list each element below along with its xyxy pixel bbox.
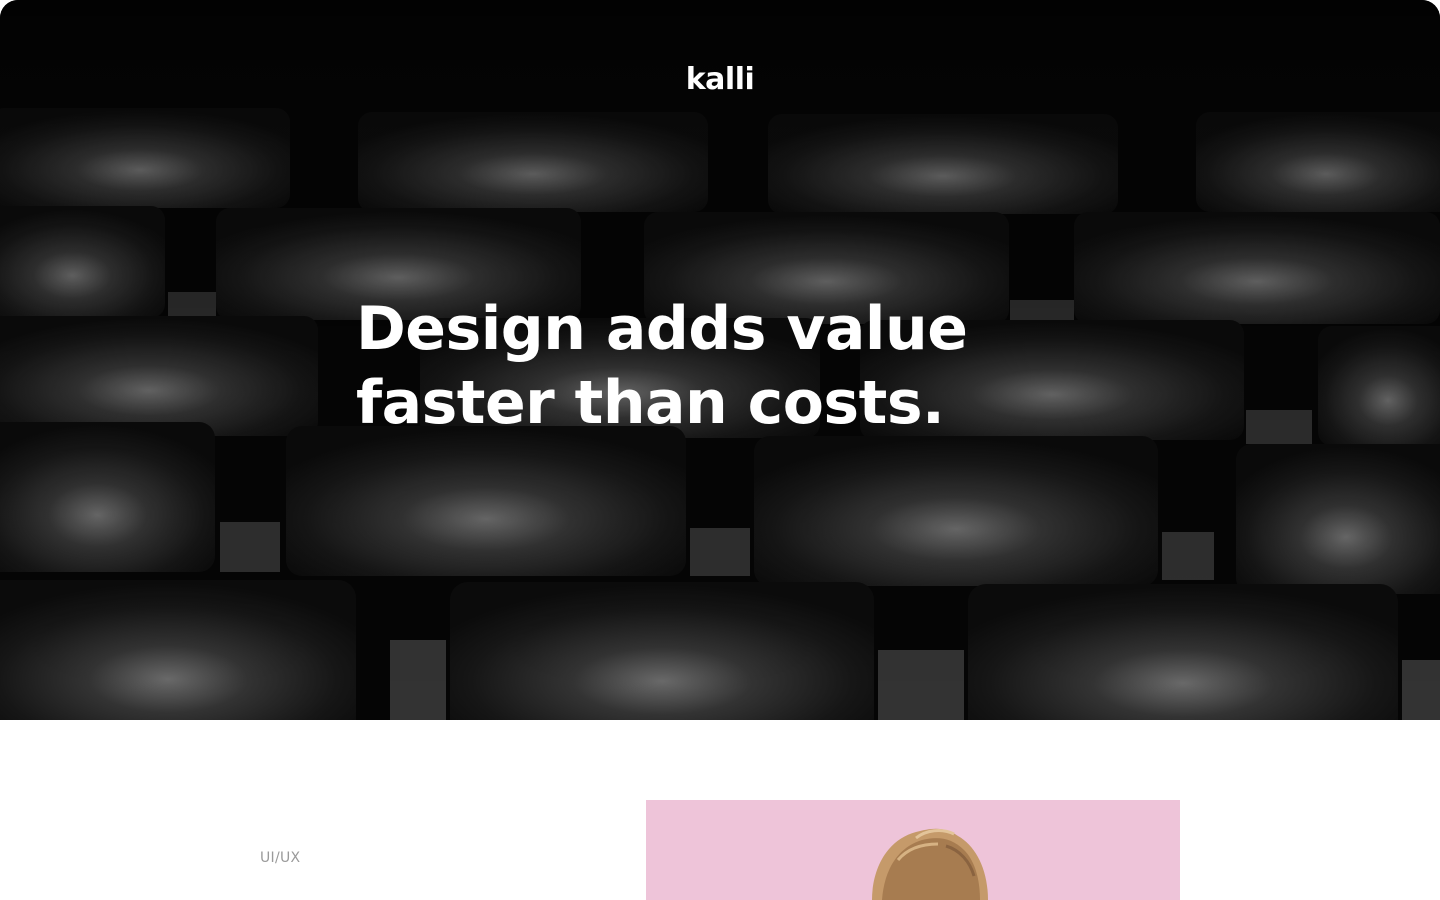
portrait-photo	[646, 800, 1180, 900]
hero-headline: Design adds value faster than costs.	[356, 292, 1056, 440]
project-feature-image[interactable]	[646, 800, 1180, 900]
hero-headline-line1: Design adds value	[356, 294, 968, 364]
project-category-label: UI/UX	[260, 850, 301, 866]
hero-headline-line2: faster than costs.	[356, 368, 945, 438]
hero-section: kalli Design adds value faster than cost…	[0, 0, 1440, 720]
brand-logo[interactable]: kalli	[0, 62, 1440, 97]
